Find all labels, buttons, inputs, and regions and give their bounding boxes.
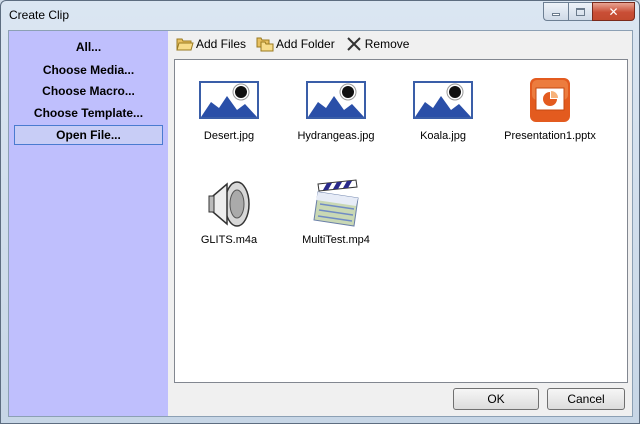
file-name: Koala.jpg bbox=[420, 130, 466, 142]
x-icon bbox=[347, 37, 361, 51]
file-name: Desert.jpg bbox=[203, 130, 255, 142]
file-item-glits[interactable]: GLITS.m4a bbox=[179, 178, 279, 246]
minimize-button[interactable] bbox=[543, 2, 568, 21]
maximize-button[interactable] bbox=[568, 2, 592, 21]
close-icon: ✕ bbox=[608, 4, 619, 19]
sidebar-item-choose-template[interactable]: Choose Template... bbox=[14, 103, 163, 123]
toolbar: Add Files Add Folder Remove bbox=[169, 31, 632, 57]
dialog-client-area: All... Choose Media... Choose Macro... C… bbox=[8, 30, 633, 417]
folder-open-icon bbox=[176, 38, 194, 51]
remove-label: Remove bbox=[364, 37, 410, 51]
create-clip-window: Create Clip ✕ All... Choose Media... Cho… bbox=[0, 0, 640, 424]
add-folder-label: Add Folder bbox=[276, 37, 335, 51]
window-controls: ✕ bbox=[543, 2, 635, 21]
file-item-koala[interactable]: Koala.jpg bbox=[393, 74, 493, 142]
sidebar: All... Choose Media... Choose Macro... C… bbox=[9, 31, 168, 416]
ok-button[interactable]: OK bbox=[453, 388, 539, 410]
folders-icon bbox=[256, 37, 274, 52]
file-name: Hydrangeas.jpg bbox=[297, 130, 375, 142]
sidebar-item-choose-media[interactable]: Choose Media... bbox=[14, 60, 163, 80]
add-files-button[interactable]: Add Files bbox=[173, 33, 249, 55]
file-name: GLITS.m4a bbox=[200, 234, 258, 246]
window-title: Create Clip bbox=[9, 8, 70, 22]
sidebar-item-open-file[interactable]: Open File... bbox=[14, 125, 163, 145]
powerpoint-icon bbox=[530, 78, 570, 122]
file-name: MultiTest.mp4 bbox=[302, 234, 370, 246]
file-name: Presentation1.pptx bbox=[504, 130, 596, 142]
minimize-icon bbox=[552, 13, 560, 16]
title-bar[interactable]: Create Clip ✕ bbox=[1, 1, 639, 29]
sidebar-item-choose-macro[interactable]: Choose Macro... bbox=[14, 81, 163, 101]
file-item-hydrangeas[interactable]: Hydrangeas.jpg bbox=[286, 74, 386, 142]
cancel-button[interactable]: Cancel bbox=[547, 388, 625, 410]
image-thumbnail-icon bbox=[306, 81, 366, 119]
file-item-desert[interactable]: Desert.jpg bbox=[179, 74, 279, 142]
close-button[interactable]: ✕ bbox=[592, 2, 635, 21]
add-files-label: Add Files bbox=[196, 37, 247, 51]
clapperboard-icon bbox=[313, 179, 359, 227]
maximize-icon bbox=[576, 7, 585, 16]
image-thumbnail-icon bbox=[413, 81, 473, 119]
sidebar-item-all[interactable]: All... bbox=[14, 37, 163, 57]
file-list-pane[interactable]: Desert.jpg Hydrangeas.jpg Koala.jpg Pres… bbox=[174, 59, 628, 383]
remove-button[interactable]: Remove bbox=[342, 33, 413, 55]
speaker-icon bbox=[208, 181, 250, 227]
file-item-multitest[interactable]: MultiTest.mp4 bbox=[286, 178, 386, 246]
image-thumbnail-icon bbox=[199, 81, 259, 119]
add-folder-button[interactable]: Add Folder bbox=[253, 33, 338, 55]
file-item-presentation[interactable]: Presentation1.pptx bbox=[500, 74, 600, 142]
